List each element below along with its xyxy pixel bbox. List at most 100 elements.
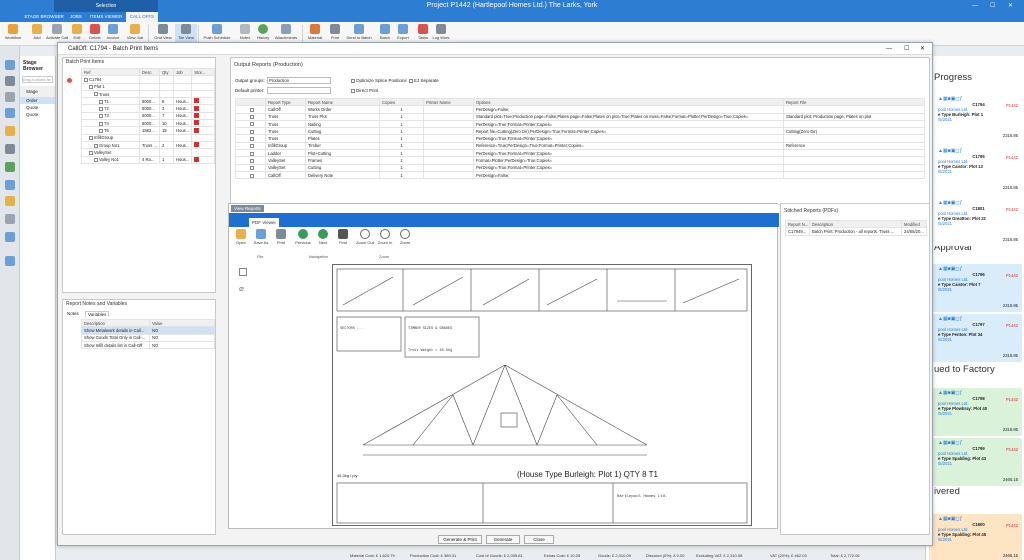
remove-item-icon[interactable] xyxy=(67,78,72,83)
attachment-icon[interactable]: ⌀ xyxy=(239,284,244,293)
col-report-file[interactable]: Report File xyxy=(783,97,925,107)
checkbox-icon[interactable] xyxy=(250,107,254,112)
calloff-card[interactable]: ▲▦■▣◻ƒ C1798 pool Homes Ltd. e Type Plowbra… xyxy=(929,388,1022,436)
pdf-icon[interactable] xyxy=(194,113,200,118)
pdf-icon[interactable] xyxy=(194,142,200,148)
nav-jobs-icon[interactable] xyxy=(5,92,15,102)
checkbox-icon[interactable] xyxy=(99,114,103,119)
checkbox-icon[interactable] xyxy=(250,151,254,156)
checkbox-icon[interactable] xyxy=(89,85,93,90)
calloff-card[interactable]: ▲▦■▣◻ƒ C1795 pool Homes Ltd. e Type Caistor… xyxy=(929,146,1022,194)
grid-view-button[interactable]: Grid View xyxy=(152,24,174,44)
output-report-row[interactable]: CallOff Works Order 1 PerDesign=False; xyxy=(235,105,925,114)
zoom-button[interactable]: Zoom xyxy=(395,229,415,245)
pdf-icon[interactable] xyxy=(194,120,200,126)
checkbox-icon[interactable] xyxy=(250,129,254,134)
calloff-card[interactable]: ▲▦■▣◻ƒ C1801 pool Homes Ltd. e Type Greatto… xyxy=(929,198,1022,246)
workflow-button[interactable]: Workflow xyxy=(2,24,24,44)
add-button[interactable]: Add xyxy=(26,24,48,44)
checkbox-icon[interactable] xyxy=(250,137,254,142)
print-button[interactable]: Print xyxy=(324,24,346,44)
pdf-icon[interactable] xyxy=(194,98,200,104)
output-report-row[interactable]: Ladder Plot+Cutting 1 PerDesign=True;Format… xyxy=(235,149,925,158)
dialog-close-icon[interactable]: ✕ xyxy=(920,43,925,55)
stage-row[interactable]: Quote xyxy=(20,104,55,111)
variable-row[interactable]: Show Infill details list in Call-Off NO xyxy=(81,340,215,350)
checkbox-icon[interactable] xyxy=(99,128,103,133)
stage-row[interactable]: Order xyxy=(20,97,55,104)
batch-item-row[interactable]: Truss xyxy=(81,89,215,99)
output-report-row[interactable]: Truss Cutting 1 Report file=Cutting(Zero Di… xyxy=(235,127,925,136)
variable-row[interactable]: Show Goods Total Only in Call-... NO xyxy=(81,333,215,342)
generate-button[interactable]: Generate xyxy=(486,535,520,544)
pdf-icon[interactable] xyxy=(194,157,200,162)
checkbox-icon[interactable] xyxy=(250,166,254,171)
pdf-print-button[interactable]: Print xyxy=(271,229,291,245)
nav-dashboard-icon[interactable] xyxy=(5,60,15,70)
close-button[interactable]: Close xyxy=(524,535,554,544)
checkbox-icon[interactable] xyxy=(250,115,254,120)
pdf-icon[interactable] xyxy=(194,106,200,111)
checkbox-icon[interactable] xyxy=(99,107,103,112)
row-select[interactable] xyxy=(235,156,266,165)
batch-item-row[interactable]: T2 8000... 3 Hous... xyxy=(81,104,215,113)
col-modified[interactable]: Modified xyxy=(901,219,927,229)
output-report-row[interactable]: Truss Plates 1 PerDesign=True;Format=Printe… xyxy=(235,134,925,143)
save-as-button[interactable]: Save As xyxy=(251,229,271,245)
pdf-icon[interactable] xyxy=(194,127,200,133)
next-button[interactable]: Next xyxy=(313,229,333,245)
row-select[interactable] xyxy=(235,149,266,158)
calloff-card[interactable]: ▲▦■▣◻ƒ C1794 pool Homes Ltd. e Type Burleig… xyxy=(929,94,1022,142)
tab-jobs[interactable]: JOBS xyxy=(66,12,86,22)
invoice-button[interactable]: Invoice xyxy=(102,24,124,44)
output-groups-select[interactable]: Production xyxy=(267,77,331,84)
batch-item-row[interactable]: Valley No1 4 Ra... 1 Hous... xyxy=(81,155,215,164)
stage-search-input[interactable]: Drag a column he xyxy=(22,76,53,83)
stitched-report-row[interactable]: C17949... Batch Print: Production - all … xyxy=(785,227,927,236)
output-report-row[interactable]: Truss Nailing 1 PerDesign=True;Format=Print… xyxy=(235,119,925,129)
checkbox-icon[interactable] xyxy=(250,158,254,163)
material-button[interactable]: Material xyxy=(304,24,326,44)
col-desc[interactable]: Desc xyxy=(139,67,160,77)
checkbox-icon[interactable] xyxy=(250,122,254,127)
direct-print-checkbox[interactable]: Direct Print xyxy=(351,88,378,93)
calloff-card[interactable]: ▲▦■▣◻ƒ C1797 pool Homes Ltd. e Type Fenton:… xyxy=(929,314,1022,362)
tab-variables[interactable]: Variables xyxy=(85,311,110,317)
row-select[interactable] xyxy=(235,163,266,172)
log-work-button[interactable]: Log Work xyxy=(430,24,452,44)
view-job-button[interactable]: View Job xyxy=(124,24,146,44)
col-value[interactable]: Value xyxy=(149,318,215,328)
row-select[interactable] xyxy=(235,127,266,136)
zoom-in-button[interactable]: Zoom In xyxy=(375,229,395,245)
calloff-card[interactable]: ▲▦■▣◻ƒ C1800 pool Homes Ltd. e Type Spaldin… xyxy=(929,514,1022,560)
maximize-icon[interactable]: ☐ xyxy=(990,0,995,12)
output-report-row[interactable]: ValleySet Frames 1 Format=Plotter;PerDesign… xyxy=(235,156,925,165)
col-printer-name[interactable]: Printer Name xyxy=(423,97,474,107)
nav-export-icon[interactable] xyxy=(5,256,15,266)
col-job[interactable]: Job xyxy=(172,67,193,77)
nav-users-icon[interactable] xyxy=(5,162,15,172)
batch-item-row[interactable]: T3 5000... 7 Hous... xyxy=(81,111,215,121)
col-ref[interactable]: Ref xyxy=(81,67,140,77)
col-report-name[interactable]: Report Name xyxy=(305,97,380,107)
zoom-out-button[interactable]: Zoom Out xyxy=(355,229,375,245)
calloff-card[interactable]: ▲▦■▣◻ƒ C1796 pool Homes Ltd. e Type Caistor… xyxy=(929,264,1022,312)
nav-folder-icon[interactable] xyxy=(5,126,15,136)
nav-reports-icon[interactable] xyxy=(5,180,15,190)
nav-customers-icon[interactable] xyxy=(5,76,15,86)
col-stor[interactable]: Stor... xyxy=(191,67,215,77)
col-copies[interactable]: Copies xyxy=(379,97,424,107)
batch-item-row[interactable]: T4 8000... 10 Hous... xyxy=(81,119,215,128)
col-description[interactable]: Description xyxy=(809,219,902,229)
output-report-row[interactable]: CallOff Delivery Note 1 PerDesign=False; xyxy=(235,170,925,180)
default-printer-select[interactable] xyxy=(267,87,331,94)
row-select[interactable] xyxy=(235,119,266,129)
export-button[interactable]: Export xyxy=(392,24,414,44)
find-button[interactable]: Find xyxy=(333,229,353,245)
row-select[interactable] xyxy=(235,141,266,151)
output-report-row[interactable]: Truss Truss Plot 1 Standard plot=True;Produ… xyxy=(235,112,925,121)
nav-print-icon[interactable] xyxy=(5,232,15,242)
previous-button[interactable]: Previous xyxy=(293,229,313,245)
checkbox-icon[interactable] xyxy=(99,121,103,126)
close-icon[interactable]: ✕ xyxy=(1008,0,1013,12)
